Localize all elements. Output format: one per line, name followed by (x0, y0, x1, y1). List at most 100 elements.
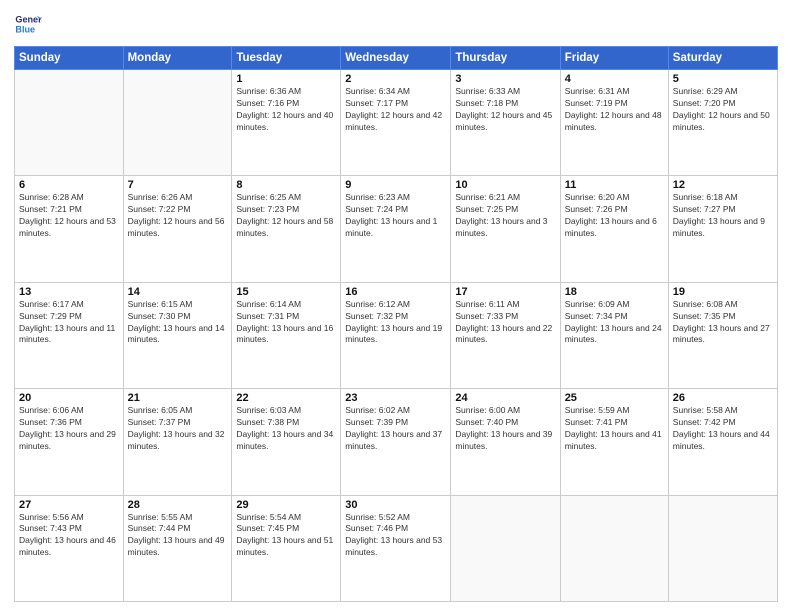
day-number: 1 (236, 73, 336, 85)
day-info: Sunrise: 6:28 AM Sunset: 7:21 PM Dayligh… (19, 192, 119, 240)
day-number: 27 (19, 499, 119, 511)
calendar-week-4: 20Sunrise: 6:06 AM Sunset: 7:36 PM Dayli… (15, 389, 778, 495)
calendar-cell: 1Sunrise: 6:36 AM Sunset: 7:16 PM Daylig… (232, 70, 341, 176)
day-number: 17 (455, 286, 555, 298)
page: General Blue SundayMondayTuesdayWednesda… (0, 0, 792, 612)
day-number: 9 (345, 179, 446, 191)
calendar-cell: 15Sunrise: 6:14 AM Sunset: 7:31 PM Dayli… (232, 282, 341, 388)
calendar-cell: 7Sunrise: 6:26 AM Sunset: 7:22 PM Daylig… (123, 176, 232, 282)
calendar-cell (560, 495, 668, 601)
calendar-cell: 6Sunrise: 6:28 AM Sunset: 7:21 PM Daylig… (15, 176, 124, 282)
day-info: Sunrise: 6:21 AM Sunset: 7:25 PM Dayligh… (455, 192, 555, 240)
day-number: 23 (345, 392, 446, 404)
calendar-cell: 16Sunrise: 6:12 AM Sunset: 7:32 PM Dayli… (341, 282, 451, 388)
svg-text:General: General (15, 15, 42, 25)
calendar-header-sunday: Sunday (15, 47, 124, 70)
day-info: Sunrise: 6:06 AM Sunset: 7:36 PM Dayligh… (19, 405, 119, 453)
day-number: 22 (236, 392, 336, 404)
calendar-cell: 28Sunrise: 5:55 AM Sunset: 7:44 PM Dayli… (123, 495, 232, 601)
day-info: Sunrise: 5:59 AM Sunset: 7:41 PM Dayligh… (565, 405, 664, 453)
calendar-cell: 8Sunrise: 6:25 AM Sunset: 7:23 PM Daylig… (232, 176, 341, 282)
day-info: Sunrise: 6:00 AM Sunset: 7:40 PM Dayligh… (455, 405, 555, 453)
day-number: 30 (345, 499, 446, 511)
day-info: Sunrise: 6:14 AM Sunset: 7:31 PM Dayligh… (236, 299, 336, 347)
calendar: SundayMondayTuesdayWednesdayThursdayFrid… (14, 46, 778, 602)
calendar-cell: 12Sunrise: 6:18 AM Sunset: 7:27 PM Dayli… (668, 176, 777, 282)
day-number: 8 (236, 179, 336, 191)
calendar-header-row: SundayMondayTuesdayWednesdayThursdayFrid… (15, 47, 778, 70)
calendar-cell: 11Sunrise: 6:20 AM Sunset: 7:26 PM Dayli… (560, 176, 668, 282)
day-number: 7 (128, 179, 228, 191)
calendar-cell: 27Sunrise: 5:56 AM Sunset: 7:43 PM Dayli… (15, 495, 124, 601)
calendar-cell: 29Sunrise: 5:54 AM Sunset: 7:45 PM Dayli… (232, 495, 341, 601)
calendar-header-thursday: Thursday (451, 47, 560, 70)
day-info: Sunrise: 6:29 AM Sunset: 7:20 PM Dayligh… (673, 86, 773, 134)
calendar-header-tuesday: Tuesday (232, 47, 341, 70)
day-info: Sunrise: 6:05 AM Sunset: 7:37 PM Dayligh… (128, 405, 228, 453)
day-info: Sunrise: 6:18 AM Sunset: 7:27 PM Dayligh… (673, 192, 773, 240)
calendar-cell: 5Sunrise: 6:29 AM Sunset: 7:20 PM Daylig… (668, 70, 777, 176)
calendar-cell: 13Sunrise: 6:17 AM Sunset: 7:29 PM Dayli… (15, 282, 124, 388)
calendar-cell: 3Sunrise: 6:33 AM Sunset: 7:18 PM Daylig… (451, 70, 560, 176)
calendar-cell: 22Sunrise: 6:03 AM Sunset: 7:38 PM Dayli… (232, 389, 341, 495)
day-info: Sunrise: 6:33 AM Sunset: 7:18 PM Dayligh… (455, 86, 555, 134)
day-number: 11 (565, 179, 664, 191)
calendar-cell (451, 495, 560, 601)
day-info: Sunrise: 5:52 AM Sunset: 7:46 PM Dayligh… (345, 512, 446, 560)
svg-text:Blue: Blue (15, 24, 35, 34)
calendar-cell: 4Sunrise: 6:31 AM Sunset: 7:19 PM Daylig… (560, 70, 668, 176)
calendar-cell: 18Sunrise: 6:09 AM Sunset: 7:34 PM Dayli… (560, 282, 668, 388)
calendar-cell: 24Sunrise: 6:00 AM Sunset: 7:40 PM Dayli… (451, 389, 560, 495)
day-number: 6 (19, 179, 119, 191)
calendar-header-monday: Monday (123, 47, 232, 70)
day-info: Sunrise: 6:26 AM Sunset: 7:22 PM Dayligh… (128, 192, 228, 240)
day-info: Sunrise: 6:11 AM Sunset: 7:33 PM Dayligh… (455, 299, 555, 347)
calendar-cell (123, 70, 232, 176)
day-number: 10 (455, 179, 555, 191)
day-info: Sunrise: 6:03 AM Sunset: 7:38 PM Dayligh… (236, 405, 336, 453)
day-info: Sunrise: 5:55 AM Sunset: 7:44 PM Dayligh… (128, 512, 228, 560)
day-info: Sunrise: 6:34 AM Sunset: 7:17 PM Dayligh… (345, 86, 446, 134)
day-number: 15 (236, 286, 336, 298)
day-info: Sunrise: 6:17 AM Sunset: 7:29 PM Dayligh… (19, 299, 119, 347)
calendar-cell: 20Sunrise: 6:06 AM Sunset: 7:36 PM Dayli… (15, 389, 124, 495)
day-info: Sunrise: 6:02 AM Sunset: 7:39 PM Dayligh… (345, 405, 446, 453)
day-info: Sunrise: 6:20 AM Sunset: 7:26 PM Dayligh… (565, 192, 664, 240)
day-info: Sunrise: 6:08 AM Sunset: 7:35 PM Dayligh… (673, 299, 773, 347)
day-number: 3 (455, 73, 555, 85)
calendar-cell: 14Sunrise: 6:15 AM Sunset: 7:30 PM Dayli… (123, 282, 232, 388)
day-number: 19 (673, 286, 773, 298)
calendar-cell: 2Sunrise: 6:34 AM Sunset: 7:17 PM Daylig… (341, 70, 451, 176)
day-number: 5 (673, 73, 773, 85)
calendar-cell: 19Sunrise: 6:08 AM Sunset: 7:35 PM Dayli… (668, 282, 777, 388)
day-info: Sunrise: 6:09 AM Sunset: 7:34 PM Dayligh… (565, 299, 664, 347)
day-number: 13 (19, 286, 119, 298)
calendar-cell (668, 495, 777, 601)
calendar-cell: 21Sunrise: 6:05 AM Sunset: 7:37 PM Dayli… (123, 389, 232, 495)
day-number: 18 (565, 286, 664, 298)
calendar-week-3: 13Sunrise: 6:17 AM Sunset: 7:29 PM Dayli… (15, 282, 778, 388)
calendar-header-friday: Friday (560, 47, 668, 70)
logo-icon: General Blue (14, 10, 42, 38)
calendar-week-2: 6Sunrise: 6:28 AM Sunset: 7:21 PM Daylig… (15, 176, 778, 282)
day-number: 29 (236, 499, 336, 511)
day-number: 21 (128, 392, 228, 404)
day-info: Sunrise: 6:15 AM Sunset: 7:30 PM Dayligh… (128, 299, 228, 347)
day-info: Sunrise: 6:36 AM Sunset: 7:16 PM Dayligh… (236, 86, 336, 134)
calendar-header-saturday: Saturday (668, 47, 777, 70)
calendar-cell: 10Sunrise: 6:21 AM Sunset: 7:25 PM Dayli… (451, 176, 560, 282)
calendar-cell: 26Sunrise: 5:58 AM Sunset: 7:42 PM Dayli… (668, 389, 777, 495)
day-number: 28 (128, 499, 228, 511)
calendar-header-wednesday: Wednesday (341, 47, 451, 70)
calendar-week-1: 1Sunrise: 6:36 AM Sunset: 7:16 PM Daylig… (15, 70, 778, 176)
day-info: Sunrise: 5:54 AM Sunset: 7:45 PM Dayligh… (236, 512, 336, 560)
day-info: Sunrise: 6:12 AM Sunset: 7:32 PM Dayligh… (345, 299, 446, 347)
day-number: 24 (455, 392, 555, 404)
calendar-cell: 30Sunrise: 5:52 AM Sunset: 7:46 PM Dayli… (341, 495, 451, 601)
calendar-cell: 25Sunrise: 5:59 AM Sunset: 7:41 PM Dayli… (560, 389, 668, 495)
calendar-cell (15, 70, 124, 176)
day-info: Sunrise: 6:31 AM Sunset: 7:19 PM Dayligh… (565, 86, 664, 134)
day-number: 2 (345, 73, 446, 85)
day-info: Sunrise: 5:58 AM Sunset: 7:42 PM Dayligh… (673, 405, 773, 453)
calendar-week-5: 27Sunrise: 5:56 AM Sunset: 7:43 PM Dayli… (15, 495, 778, 601)
